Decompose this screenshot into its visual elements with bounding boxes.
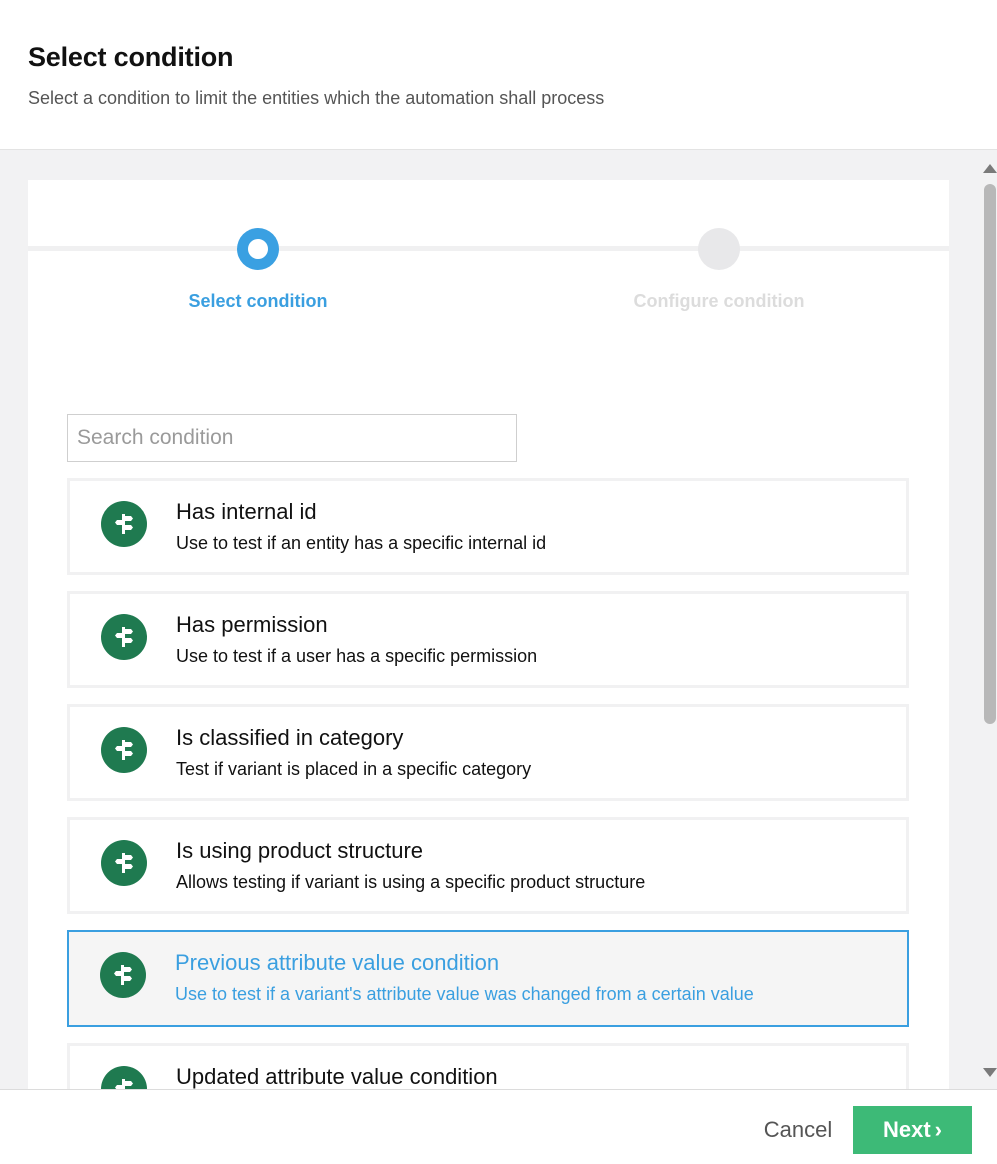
dialog-footer: Cancel Next › xyxy=(0,1089,997,1164)
condition-card-is-using-product-structure[interactable]: Is using product structure Allows testin… xyxy=(67,817,909,914)
step-1-label: Select condition xyxy=(188,291,328,311)
stepper-track xyxy=(28,246,949,251)
condition-description: Test if variant is placed in a specific … xyxy=(176,759,532,779)
step-2-label: Configure condition xyxy=(633,291,805,311)
scroll-thumb[interactable] xyxy=(984,184,996,724)
search-condition-input[interactable] xyxy=(67,414,517,462)
condition-card-updated-attribute-value[interactable]: Updated attribute value condition xyxy=(67,1043,909,1089)
signpost-icon xyxy=(101,1066,147,1089)
step-2-indicator xyxy=(698,228,740,270)
condition-description: Allows testing if variant is using a spe… xyxy=(176,872,646,892)
dialog-subtitle: Select a condition to limit the entities… xyxy=(28,88,605,108)
condition-title: Is classified in category xyxy=(176,725,404,750)
signpost-icon xyxy=(101,727,147,773)
condition-card-previous-attribute-value[interactable]: Previous attribute value condition Use t… xyxy=(67,930,909,1027)
chevron-right-icon: › xyxy=(934,1117,942,1142)
condition-description: Use to test if an entity has a specific … xyxy=(176,533,547,553)
dialog-body: Select condition Configure condition Has… xyxy=(0,150,997,1089)
signpost-icon xyxy=(101,840,147,886)
condition-title: Is using product structure xyxy=(176,838,424,863)
condition-title: Has permission xyxy=(176,612,328,637)
next-button-label: Next xyxy=(882,1117,931,1142)
condition-card-has-internal-id[interactable]: Has internal id Use to test if an entity… xyxy=(67,478,909,575)
step-1-indicator xyxy=(237,228,279,270)
scroll-up-arrow-icon[interactable] xyxy=(983,164,997,173)
condition-title: Updated attribute value condition xyxy=(176,1064,498,1089)
condition-description: Use to test if a variant's attribute val… xyxy=(175,984,754,1004)
condition-title: Previous attribute value condition xyxy=(175,950,500,975)
condition-card-is-classified-in-category[interactable]: Is classified in category Test if varian… xyxy=(67,704,909,801)
dialog-header: Select condition Select a condition to l… xyxy=(0,0,997,150)
signpost-icon xyxy=(101,501,147,547)
signpost-icon xyxy=(101,614,147,660)
condition-panel: Select condition Configure condition Has… xyxy=(28,180,949,1089)
vertical-scrollbar[interactable] xyxy=(979,150,997,1089)
condition-card-has-permission[interactable]: Has permission Use to test if a user has… xyxy=(67,591,909,688)
dialog-title: Select condition xyxy=(28,42,234,72)
condition-description: Use to test if a user has a specific per… xyxy=(176,646,538,666)
signpost-icon xyxy=(100,952,146,998)
scroll-down-arrow-icon[interactable] xyxy=(983,1068,997,1077)
condition-title: Has internal id xyxy=(176,499,317,524)
cancel-button[interactable]: Cancel xyxy=(750,1106,846,1154)
next-button[interactable]: Next › xyxy=(853,1106,972,1154)
